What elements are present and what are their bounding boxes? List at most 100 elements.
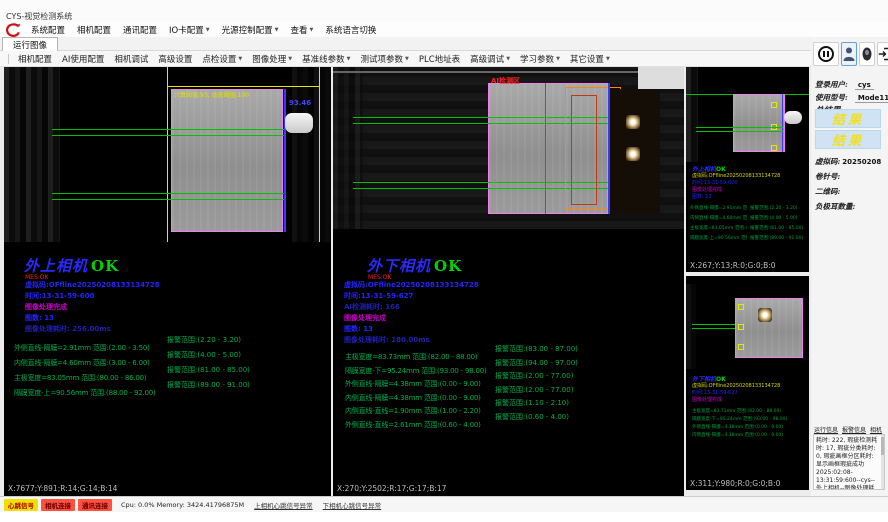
mini-measurement-row: 外侧直线-隔膜=2.91mm 范围:(2.00 - 3.50)报警范围:(2.2… [690, 205, 747, 215]
small-top-scene [686, 67, 809, 162]
mini-alarm-text: 报警范围:(89.00 - 91.00) [750, 235, 809, 241]
exit-button[interactable] [877, 42, 888, 66]
edge-value-label: 93.46 [289, 99, 311, 107]
result-box-2: 结果 [815, 130, 881, 149]
mini-info-line: 图数: 13 [692, 194, 780, 201]
mini-measurement-row: 隔膜宽度-上=90.56mm 范围:(88.00 - 92.00)报警范围:(8… [690, 235, 747, 245]
measure-line-green [545, 83, 546, 214]
machine-edge [333, 71, 684, 73]
measure-line-green [692, 328, 735, 329]
alarm-range-text: 报警范围:(1.10 - 2.10) [495, 398, 569, 408]
toolbar-item-8[interactable]: PLC地址表 [414, 53, 465, 65]
camera-view-right[interactable]: AI检测区 外下相机OK MES:OK 虚拟码:OFfline202502081… [333, 67, 684, 496]
sidebar-fields: 虚拟码:20250208卷针号:二维码:负极耳数量: [815, 149, 881, 209]
menu-item-3[interactable]: IO卡配置▼ [163, 24, 216, 36]
menu-item-4[interactable]: 光源控制配置▼ [216, 24, 285, 36]
chevron-down-icon: ▼ [556, 56, 560, 62]
pixel-coords-readout: X:270;Y:2502;R:17;G:17;B:17 [337, 484, 446, 493]
menu-item-2[interactable]: 通讯配置 [117, 24, 163, 36]
chevron-down-icon: ▼ [347, 56, 351, 62]
log-output[interactable]: 耗时: 222, 瑕疵检测耗时: 17, 瑕疵分类耗时: 0, 瑕疵画框分区耗时… [813, 434, 885, 490]
toolbar-item-7[interactable]: 测试项参数▼ [356, 53, 414, 65]
edge-line-blue [284, 89, 286, 232]
toolbar-item-3[interactable]: 高级设置 [153, 53, 197, 65]
model-value: Mode11 [855, 94, 888, 103]
measurement-list: 外侧直线-隔膜=2.91mm 范围:(2.00 - 3.50)报警范围:(2.2… [14, 335, 156, 395]
toolbar-item-9[interactable]: 高级调试▼ [465, 53, 515, 65]
status-badges: 心跳信号相机连接通讯连接 [4, 499, 115, 511]
mini-measurement-list: 外侧直线-隔膜=2.91mm 范围:(2.00 - 3.50)报警范围:(2.2… [690, 205, 747, 245]
user-login-button[interactable] [841, 42, 857, 66]
toolbar-item-2[interactable]: 相机调试 [109, 53, 153, 65]
measurement-row: 内侧直线-直线=1.90mm 范围:(1.00 - 2.20)报警范围:(1.1… [345, 398, 487, 412]
machine-texture [4, 67, 60, 242]
edge-line-blue [608, 83, 610, 214]
exit-icon [878, 47, 888, 61]
mini-measurement-row: 外侧直线-隔膜=4.38mm 范围:(0.00 - 9.00) [692, 424, 804, 432]
measurement-row: 内侧直线-隔膜=4.38mm 范围:(0.00 - 9.00)报警范围:(2.0… [345, 385, 487, 399]
menu-item-0[interactable]: 系统配置 [25, 24, 71, 36]
toolbar-item-1[interactable]: AI使用配置 [57, 53, 109, 65]
product-image [735, 298, 803, 358]
sidebar-field-1: 卷针号: [815, 164, 881, 179]
toolbar-item-5[interactable]: 图像处理▼ [247, 53, 297, 65]
alarm-range-text: 报警范围:(2.00 - 77.00) [495, 371, 573, 381]
frame-count-label: 图数: 13 [25, 313, 160, 324]
mini-info-block: 外下相机OK虚拟码:OFfline20250208133134728时间:13-… [692, 376, 780, 404]
status-badge-1: 相机连接 [41, 499, 75, 511]
toolbar-item-11[interactable]: 其它设置▼ [565, 53, 615, 65]
toolbar-item-10[interactable]: 学习参数▼ [515, 53, 565, 65]
tab-connector [285, 113, 313, 133]
mini-info-block: 外上相机OK虚拟码:OFfline20250208133134728时间:13-… [692, 166, 780, 201]
log-tab-0[interactable]: 运行信息 [814, 427, 838, 434]
alarm-range-text: 报警范围:(83.00 - 87.00) [495, 344, 578, 354]
badge-button[interactable] [859, 42, 875, 66]
status-ok: OK [91, 257, 119, 275]
measurement-text: 隔膜宽度-上=90.56mm 范围:(88.00 - 92.00) [14, 389, 156, 397]
measure-line-green [52, 129, 284, 130]
anno-box-yellow [738, 344, 744, 350]
toolbar-item-0[interactable]: 相机配置 [13, 53, 57, 65]
alarm-range-text: 报警范围:(2.00 - 77.00) [495, 385, 573, 395]
status-alert-0: 上相机心跳信号异常 [254, 500, 313, 510]
pixel-coords-readout: X:7677;Y:891;R:14;G:14;B:14 [8, 484, 117, 493]
chevron-down-icon: ▼ [238, 56, 242, 62]
pixel-coords-readout: X:267;Y:13;R:0;G:0;B:0 [690, 261, 776, 270]
right-scene: AI检测区 [333, 67, 684, 229]
log-tab-1[interactable]: 报警信息 [842, 427, 866, 434]
mini-alarm-text: 报警范围:(2.20 - 3.20) [750, 205, 809, 211]
tab-run-image[interactable]: 运行图像 [2, 37, 58, 51]
weld-spot [626, 115, 640, 129]
camera-view-left[interactable]: 计算阈值:93, 动态阈值:100 93.46 外上相机OK MES:OK 虚拟… [4, 67, 331, 496]
pixel-coords-readout: X:311;Y:980;R:0;G:0;B:0 [690, 479, 780, 488]
mini-alarm-text: 报警范围:(81.00 - 85.00) [750, 225, 809, 231]
alarm-range-text: 报警范围:(0.60 - 4.00) [495, 412, 569, 422]
measure-line-green [696, 127, 783, 128]
alarm-range-text: 报警范围:(94.00 - 97.00) [495, 358, 578, 368]
menu-item-5[interactable]: 查看▼ [284, 24, 319, 36]
cpu-memory-readout: Cpu: 0.0% Memory: 3424.41796875M [121, 501, 244, 509]
alarm-range-text: 报警范围:(4.00 - 5.00) [167, 350, 241, 360]
bright-area [638, 67, 684, 89]
menu-item-6[interactable]: 系统语言切换 [319, 24, 382, 36]
camera-view-small-bottom[interactable]: 外下相机OK虚拟码:OFfline20250208133134728时间:13-… [686, 276, 809, 490]
anno-box-yellow [771, 145, 777, 151]
status-badge-0: 心跳信号 [4, 499, 38, 511]
frame-count-label: 图数: 13 [344, 324, 479, 335]
window-titlebar[interactable]: CYS-视觉检测系统 [0, 0, 888, 22]
machine-texture [686, 67, 698, 162]
toolbar-item-6[interactable]: 基准线参数▼ [297, 53, 355, 65]
chevron-down-icon: ▼ [206, 27, 210, 33]
measurement-row: 外侧直线-隔膜=2.91mm 范围:(2.00 - 3.50)报警范围:(2.2… [14, 335, 156, 350]
camera-view-small-top[interactable]: 外上相机OK虚拟码:OFfline20250208133134728时间:13-… [686, 67, 809, 272]
mini-measurement-text: 内侧直线-隔膜=4.60mm 范围:(3.00 - 6.00) [690, 215, 747, 221]
app-window: CYS-视觉检测系统 系统配置相机配置通讯配置IO卡配置▼光源控制配置▼查看▼系… [0, 0, 888, 522]
alarm-range-text: 报警范围:(81.00 - 85.00) [167, 365, 250, 375]
log-scrollbar[interactable] [881, 435, 884, 489]
sidebar-field-0: 虚拟码:20250208 [815, 149, 881, 164]
toolbar-item-4[interactable]: 点检设置▼ [197, 53, 247, 65]
pause-button[interactable] [813, 42, 839, 66]
menu-item-1[interactable]: 相机配置 [71, 24, 117, 36]
threshold-label: 计算阈值:93, 动态阈值:100 [174, 90, 249, 99]
alarm-range-text: 报警范围:(2.20 - 3.20) [167, 335, 241, 345]
